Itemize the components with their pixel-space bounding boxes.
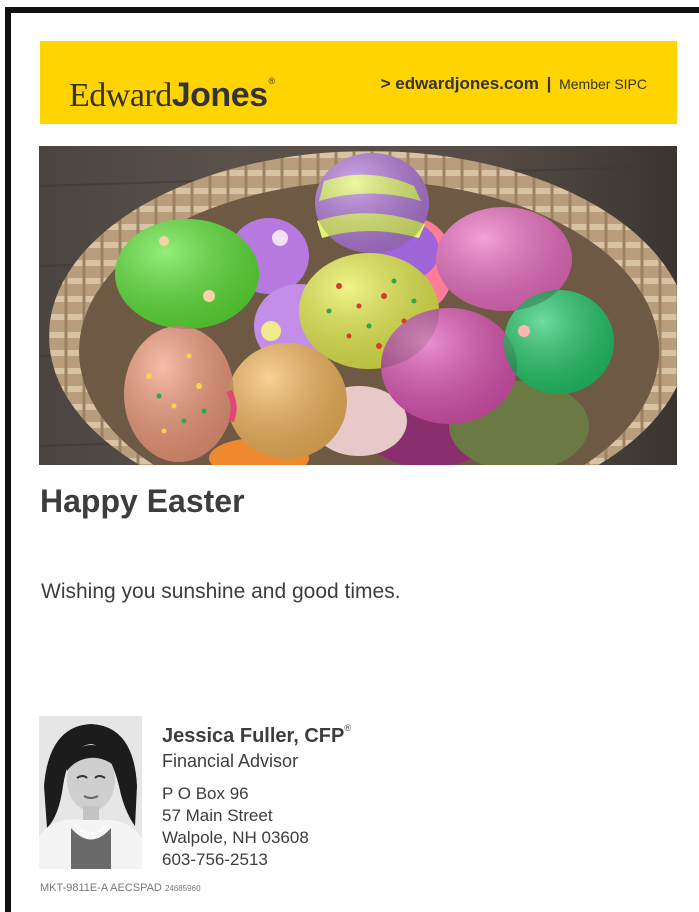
advisor-info: Jessica Fuller, CFP® Financial Advisor P…: [162, 715, 351, 871]
header-separator: |: [546, 74, 552, 93]
link-prefix: >: [380, 74, 391, 93]
logo-registered-mark: ®: [268, 76, 276, 86]
headline: Happy Easter: [40, 483, 245, 519]
advisor-portrait-icon: [39, 716, 142, 869]
website-link[interactable]: > edwardjones.com: [381, 74, 539, 93]
phone-number[interactable]: 603-756-2513: [162, 849, 351, 871]
advisor-name: Jessica Fuller, CFP: [162, 725, 345, 747]
header-link-row: > edwardjones.com | Member SIPC: [381, 74, 647, 94]
link-text: edwardjones.com: [395, 74, 539, 93]
advisor-title: Financial Advisor: [162, 751, 299, 771]
hero-image: [39, 146, 677, 465]
cfp-registered-mark: ®: [344, 723, 351, 733]
advisor-name-row: Jessica Fuller, CFP®: [162, 715, 351, 749]
logo-jones: Jones: [171, 76, 268, 114]
address-line-city: Walpole, NH 03608: [162, 828, 309, 847]
footer-id: 24685960: [164, 884, 201, 893]
address-line-street: 57 Main Street: [162, 806, 273, 825]
greeting-message: Wishing you sunshine and good times.: [41, 580, 401, 603]
easter-eggs-basket-icon: [39, 151, 677, 465]
edward-jones-logo[interactable]: EdwardJones®: [69, 61, 275, 116]
footer-mkt-code: MKT-9811E-A AECSPAD: [40, 882, 162, 894]
address-line-po-box: P O Box 96: [162, 784, 249, 803]
footer-code: MKT-9811E-A AECSPAD 24685960: [40, 882, 201, 894]
header-bar: EdwardJones® > edwardjones.com | Member …: [40, 41, 677, 124]
advisor-photo: [39, 716, 142, 869]
member-sipc-label: Member SIPC: [559, 76, 647, 92]
logo-edward: Edward: [69, 77, 172, 114]
